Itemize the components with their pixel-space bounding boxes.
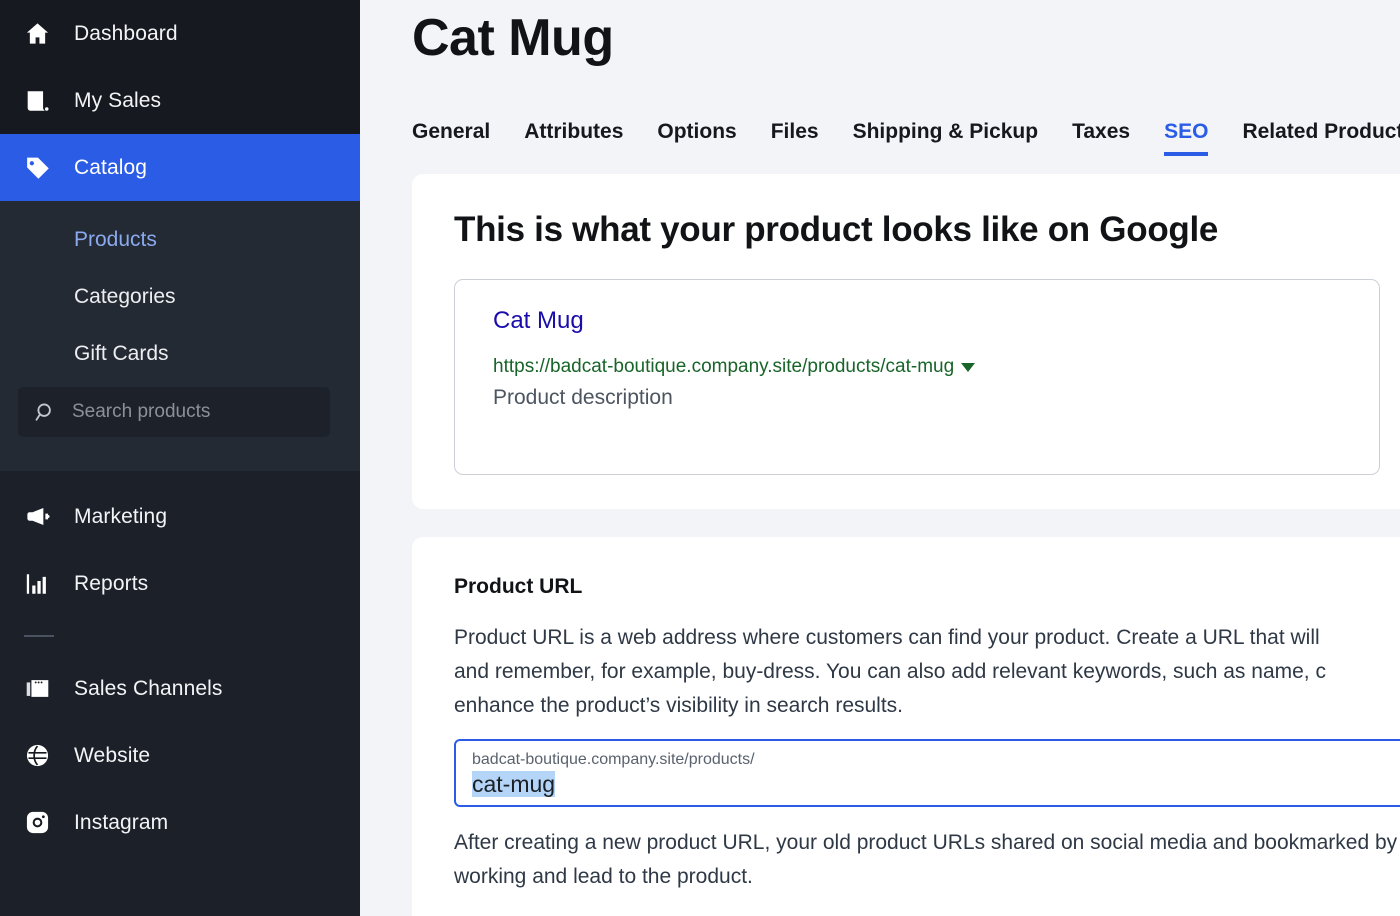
sidebar-item-label: Catalog [74,155,148,179]
product-url-note: After creating a new product URL, your o… [454,831,1398,889]
sidebar-item-instagram[interactable]: Instagram [0,789,360,856]
product-url-prefix: badcat-boutique.company.site/products/ [472,751,755,769]
sidebar-item-label: Marketing [74,504,168,528]
tag-icon [18,154,56,181]
tab-files[interactable]: Files [771,120,819,156]
tab-options[interactable]: Options [657,120,736,156]
tab-shipping-pickup[interactable]: Shipping & Pickup [853,120,1039,156]
sidebar-item-label: My Sales [74,88,162,112]
tab-related-products[interactable]: Related Products [1242,120,1400,156]
product-tabs: General Attributes Options Files Shippin… [412,110,1400,156]
product-url-input[interactable]: badcat-boutique.company.site/products/ c… [454,739,1400,808]
catalog-submenu: Products Categories Gift Cards Search pr… [0,201,360,471]
tab-general[interactable]: General [412,120,490,156]
google-search-result-preview: Cat Mug https://badcat-boutique.company.… [454,279,1380,475]
chevron-down-icon[interactable] [961,362,976,372]
product-url-heading: Product URL [454,575,583,598]
sidebar-item-sales-channels[interactable]: Sales Channels [0,655,360,722]
preview-result-url-row: https://badcat-boutique.company.site/pro… [493,356,1341,378]
globe-icon [18,742,56,769]
product-url-description: Product URL is a web address where custo… [454,626,1326,718]
sidebar-item-reports[interactable]: Reports [0,550,360,617]
sidebar-subitem-label: Categories [74,284,176,308]
sidebar-item-label: Website [74,743,151,767]
sidebar-item-my-sales[interactable]: My Sales [0,67,360,134]
sidebar-item-label: Sales Channels [74,676,223,700]
product-url-value[interactable]: cat-mug [472,771,1400,798]
sidebar-item-label: Dashboard [74,21,178,45]
sidebar-item-label: Reports [74,571,149,595]
sidebar-item-dashboard[interactable]: Dashboard [0,0,360,67]
sidebar-subitem-products[interactable]: Products [0,211,360,268]
google-preview-heading: This is what your product looks like on … [454,210,1219,249]
sidebar-divider [24,635,54,637]
sidebar-item-website[interactable]: Website [0,722,360,789]
search-icon [34,401,60,424]
product-url-card: Product URL Product URL is a web address… [412,537,1400,916]
sidebar-subitem-categories[interactable]: Categories [0,268,360,325]
tab-taxes[interactable]: Taxes [1072,120,1130,156]
page-title: Cat Mug [412,9,614,67]
sidebar-subitem-gift-cards[interactable]: Gift Cards [0,325,360,382]
search-placeholder: Search products [72,401,211,422]
google-preview-card: This is what your product looks like on … [412,174,1400,509]
sidebar-subitem-label: Products [74,227,157,251]
product-url-value-selection: cat-mug [472,771,556,798]
windows-icon [18,675,56,702]
search-products-input[interactable]: Search products [18,387,330,437]
product-seo-page: Dashboard My Sales Catalog Products Cate… [0,0,1400,916]
preview-result-title[interactable]: Cat Mug [493,307,1341,335]
megaphone-icon [18,503,56,530]
receipt-icon [18,88,56,114]
sidebar: Dashboard My Sales Catalog Products Cate… [0,0,360,916]
preview-result-url: https://badcat-boutique.company.site/pro… [493,356,955,377]
sidebar-subitem-label: Gift Cards [74,341,169,365]
sidebar-lower-nav: Marketing Reports Sales Channels Website… [0,471,360,916]
home-icon [18,20,56,47]
bar-chart-icon [18,571,56,597]
preview-result-description: Product description [493,386,673,409]
sidebar-item-catalog[interactable]: Catalog [0,134,360,201]
tab-attributes[interactable]: Attributes [524,120,623,156]
sidebar-item-label: Instagram [74,810,169,834]
sidebar-item-marketing[interactable]: Marketing [0,483,360,550]
instagram-icon [18,809,56,836]
main-content: Cat Mug General Attributes Options Files… [360,0,1400,916]
tab-seo[interactable]: SEO [1164,120,1209,156]
